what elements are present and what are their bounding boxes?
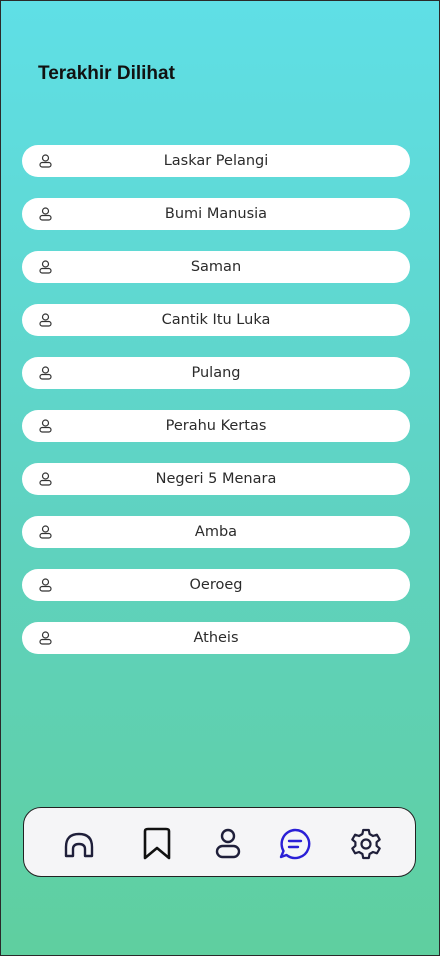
list-item[interactable]: Amba [22,516,410,548]
page-title: Terakhir Dilihat [38,63,175,84]
list-item-label: Bumi Manusia [164,206,268,222]
list-item-label: Oeroeg [189,577,243,593]
list-item[interactable]: Oeroeg [22,569,410,601]
list-item[interactable]: Perahu Kertas [22,410,410,442]
list-item-label: Pulang [191,365,241,381]
list-item-label: Atheis [193,630,239,646]
bottom-nav-bar [23,807,416,877]
list-item-label: Negeri 5 Menara [155,471,277,487]
recent-list: Laskar Pelangi Bumi Manusia Saman Cantik… [22,145,410,675]
list-item-label: Saman [190,259,242,275]
settings-gear-icon [351,828,381,860]
list-item[interactable]: Negeri 5 Menara [22,463,410,495]
nav-settings-button[interactable] [348,826,384,862]
list-item-label: Amba [194,524,238,540]
home-icon [64,832,94,858]
list-item-label: Perahu Kertas [165,418,267,434]
list-item-label: Cantik Itu Luka [161,312,271,328]
nav-profile-button[interactable] [210,826,246,862]
nav-chat-button[interactable] [277,826,313,862]
app-screen: Terakhir Dilihat Laskar Pelangi Bumi Man… [0,0,440,956]
list-item[interactable]: Cantik Itu Luka [22,304,410,336]
list-item[interactable]: Bumi Manusia [22,198,410,230]
nav-home-button[interactable] [61,826,97,862]
nav-bookmark-button[interactable] [139,826,175,862]
list-item[interactable]: Atheis [22,622,410,654]
chat-icon [279,828,311,860]
list-item[interactable]: Laskar Pelangi [22,145,410,177]
list-item-label: Laskar Pelangi [163,153,269,169]
list-item[interactable]: Saman [22,251,410,283]
bookmark-icon [143,827,171,860]
list-item[interactable]: Pulang [22,357,410,389]
profile-icon [215,828,241,859]
